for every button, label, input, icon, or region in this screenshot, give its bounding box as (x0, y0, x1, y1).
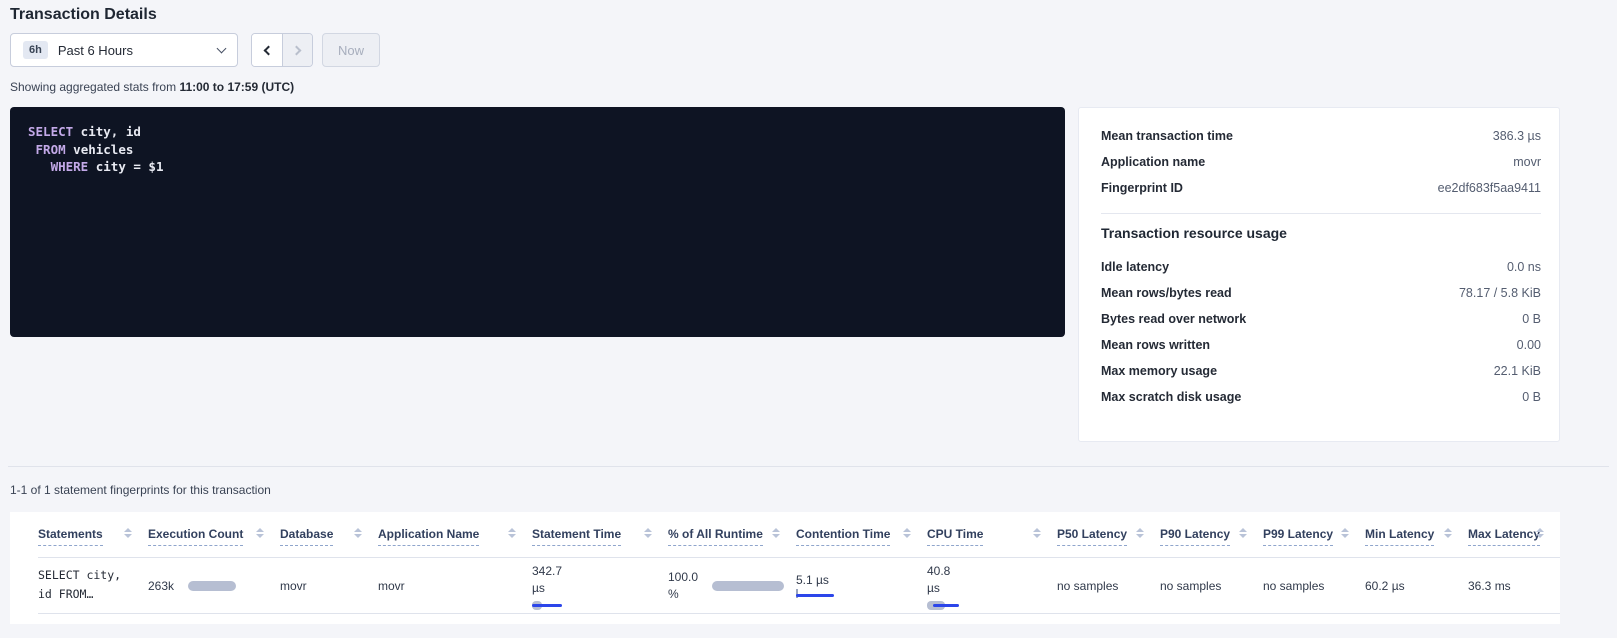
column-header-execution-count[interactable]: Execution Count (148, 524, 280, 557)
detail-label: Idle latency (1101, 260, 1169, 274)
sort-icon (354, 528, 362, 538)
detail-row-mean-rows-bytes-read: Mean rows/bytes read 78.17 / 5.8 KiB (1101, 280, 1541, 306)
sort-icon (772, 528, 780, 538)
statement-time-bar (532, 601, 566, 611)
sort-icon (1536, 528, 1544, 538)
sql-query-box: SELECT city, id FROM vehicles WHERE city… (10, 107, 1065, 337)
runtime-pct-bar (712, 581, 784, 591)
time-range-badge: 6h (23, 41, 48, 59)
max-latency-cell: 36.3 ms (1468, 558, 1560, 613)
sort-icon (1239, 528, 1247, 538)
detail-label: Mean transaction time (1101, 129, 1233, 143)
time-controls: 6h Past 6 Hours Now (10, 33, 380, 67)
column-header-database[interactable]: Database (280, 524, 378, 557)
chevron-right-icon (291, 45, 301, 55)
sort-icon (508, 528, 516, 538)
aggregated-stats-caption: Showing aggregated stats from 11:00 to 1… (10, 80, 294, 94)
column-header-min-latency[interactable]: Min Latency (1365, 524, 1468, 557)
column-header-cpu-time[interactable]: CPU Time (927, 524, 1057, 557)
p50-latency-cell: no samples (1057, 558, 1160, 613)
contention-time-bar (796, 589, 836, 599)
sort-icon (1136, 528, 1144, 538)
resource-usage-heading: Transaction resource usage (1101, 225, 1541, 241)
p90-latency-cell: no samples (1160, 558, 1263, 613)
column-header-p90-latency[interactable]: P90 Latency (1160, 524, 1263, 557)
now-button[interactable]: Now (322, 33, 380, 67)
aggregated-stats-range: 11:00 to 17:59 (UTC) (179, 80, 294, 94)
detail-label: Max memory usage (1101, 364, 1217, 378)
column-header-application-name[interactable]: Application Name (378, 524, 532, 557)
prev-range-button[interactable] (252, 34, 282, 66)
statement-link[interactable]: SELECT city, id FROM… (38, 558, 148, 613)
detail-label: Application name (1101, 155, 1205, 169)
detail-value: 0 B (1522, 312, 1541, 326)
sort-icon (1341, 528, 1349, 538)
time-range-dropdown[interactable]: 6h Past 6 Hours (10, 33, 238, 67)
sort-icon (124, 528, 132, 538)
application-name-cell: movr (378, 558, 532, 613)
detail-value: 386.3 µs (1493, 129, 1541, 143)
chevron-left-icon (264, 45, 274, 55)
p99-latency-cell: no samples (1263, 558, 1365, 613)
column-header-statements[interactable]: Statements (38, 524, 148, 557)
sort-icon (644, 528, 652, 538)
sort-icon (1033, 528, 1041, 538)
detail-value: ee2df683f5aa9411 (1438, 181, 1541, 195)
database-cell: movr (280, 558, 378, 613)
detail-row-mean-rows-written: Mean rows written 0.00 (1101, 332, 1541, 358)
time-nav-group (251, 33, 313, 67)
statement-time-cell: 342.7 µs (532, 558, 668, 613)
detail-row-fingerprint-id: Fingerprint ID ee2df683f5aa9411 (1101, 175, 1541, 201)
panel-divider (1101, 213, 1541, 214)
sort-icon (1444, 528, 1452, 538)
detail-row-bytes-read-over-network: Bytes read over network 0 B (1101, 306, 1541, 332)
detail-label: Bytes read over network (1101, 312, 1246, 326)
next-range-button[interactable] (282, 34, 312, 66)
execution-count-bar (188, 581, 236, 591)
column-header-p50-latency[interactable]: P50 Latency (1057, 524, 1160, 557)
detail-value: 0.0 ns (1507, 260, 1541, 274)
detail-row-max-scratch-disk-usage: Max scratch disk usage 0 B (1101, 384, 1541, 410)
detail-value: movr (1513, 155, 1541, 169)
contention-time-cell: 5.1 µs (796, 558, 927, 613)
detail-row-application-name: Application name movr (1101, 149, 1541, 175)
transaction-details-panel: Mean transaction time 386.3 µs Applicati… (1078, 107, 1560, 442)
detail-value: 0 B (1522, 390, 1541, 404)
statement-row: SELECT city, id FROM… 263k movr movr 342… (38, 558, 1560, 614)
detail-value: 78.17 / 5.8 KiB (1459, 286, 1541, 300)
column-header-runtime-pct[interactable]: % of All Runtime (668, 524, 796, 557)
runtime-pct-cell: 100.0% (668, 558, 796, 613)
cpu-time-bar (927, 601, 961, 611)
column-header-p99-latency[interactable]: P99 Latency (1263, 524, 1365, 557)
cpu-time-cell: 40.8 µs (927, 558, 1057, 613)
detail-value: 22.1 KiB (1494, 364, 1541, 378)
column-header-contention-time[interactable]: Contention Time (796, 524, 927, 557)
detail-label: Max scratch disk usage (1101, 390, 1241, 404)
column-header-max-latency[interactable]: Max Latency (1468, 524, 1560, 557)
detail-row-mean-transaction-time: Mean transaction time 386.3 µs (1101, 123, 1541, 149)
time-range-label: Past 6 Hours (58, 43, 133, 58)
sort-icon (256, 528, 264, 538)
statements-table: Statements Execution Count Database Appl… (10, 512, 1560, 624)
detail-value: 0.00 (1517, 338, 1541, 352)
column-header-statement-time[interactable]: Statement Time (532, 524, 668, 557)
statements-table-header: Statements Execution Count Database Appl… (38, 524, 1560, 558)
section-divider (8, 466, 1609, 467)
detail-row-idle-latency: Idle latency 0.0 ns (1101, 254, 1541, 280)
page-title: Transaction Details (10, 6, 157, 24)
statements-count-caption: 1-1 of 1 statement fingerprints for this… (10, 483, 271, 497)
detail-label: Fingerprint ID (1101, 181, 1183, 195)
min-latency-cell: 60.2 µs (1365, 558, 1468, 613)
sql-query-text: SELECT city, id FROM vehicles WHERE city… (28, 123, 1047, 176)
detail-label: Mean rows/bytes read (1101, 286, 1232, 300)
detail-row-max-memory-usage: Max memory usage 22.1 KiB (1101, 358, 1541, 384)
sort-icon (903, 528, 911, 538)
chevron-down-icon (217, 43, 227, 53)
detail-label: Mean rows written (1101, 338, 1210, 352)
execution-count-cell: 263k (148, 558, 280, 613)
